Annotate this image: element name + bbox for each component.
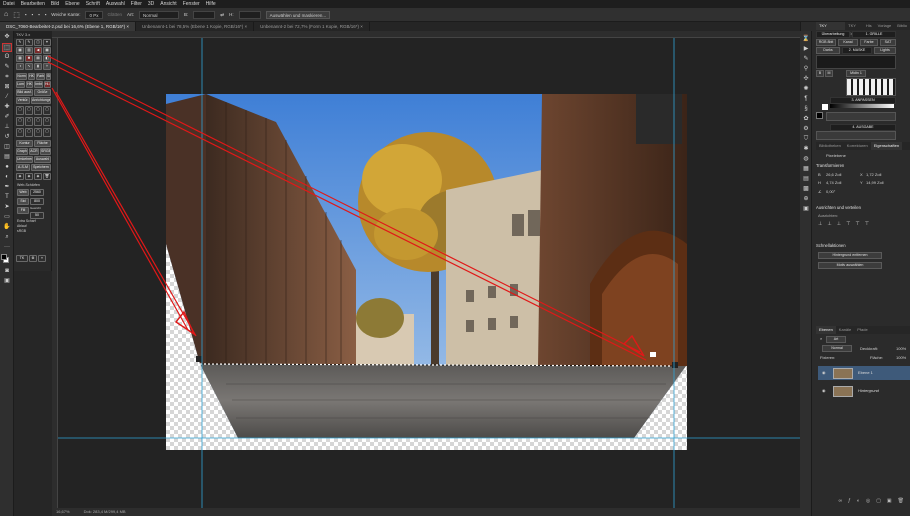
select-subject-button[interactable]: Motiv auswählen bbox=[818, 262, 882, 269]
layers-tabs: Ebenen Kanäle Pfade bbox=[816, 326, 910, 334]
kanal-button[interactable]: Kanal bbox=[838, 39, 858, 46]
navigator-icon[interactable]: ⊕ bbox=[802, 195, 810, 203]
search-icon: ⌕ bbox=[820, 336, 823, 341]
lock-label: Fixieren: bbox=[820, 355, 836, 360]
swirl-icon[interactable]: § bbox=[802, 105, 810, 113]
right-top-tabs: TKY RapidMask TKY Ext His Vorlage Biblio bbox=[816, 22, 910, 36]
width-prefix: B bbox=[818, 172, 821, 177]
shield-icon[interactable]: ⛉ bbox=[802, 135, 810, 143]
tab-channels[interactable]: Kanäle bbox=[836, 326, 854, 334]
output-icons-row[interactable] bbox=[816, 131, 896, 140]
tab-adjustments[interactable]: Korrekturen bbox=[844, 142, 871, 150]
maske-header: 2. MASKE bbox=[842, 47, 872, 54]
grille-header: 1. GRILLE bbox=[852, 31, 896, 38]
gradients-icon[interactable]: ▤ bbox=[802, 175, 810, 183]
tab-his[interactable]: His bbox=[863, 22, 875, 30]
ausgabe-header: 4. AUSGABE bbox=[830, 124, 896, 131]
swatches-icon[interactable]: ▦ bbox=[802, 165, 810, 173]
puzzle-icon[interactable]: ✣ bbox=[802, 75, 810, 83]
tab-tky-rapidmask[interactable]: TKY RapidMask bbox=[816, 22, 846, 36]
glyph-icon[interactable]: ✺ bbox=[802, 85, 810, 93]
brush-settings-icon[interactable]: ✎ bbox=[802, 55, 810, 63]
layers-footer-icons[interactable]: ∞ƒ◐◎▢▣🗑 bbox=[818, 498, 910, 506]
height-prefix: H bbox=[818, 180, 821, 185]
layer-row-background[interactable]: ◉ Hintergrund bbox=[818, 384, 910, 398]
eye-icon[interactable]: ◉ bbox=[822, 366, 826, 380]
m-button[interactable]: M bbox=[825, 70, 833, 77]
opacity-value[interactable]: 100% bbox=[896, 346, 906, 351]
white-swatch[interactable] bbox=[822, 104, 828, 110]
blend-mode-select[interactable]: Normal bbox=[822, 345, 852, 352]
tone-slider[interactable] bbox=[830, 104, 894, 108]
transform-width[interactable]: 26,6 Zoll bbox=[826, 172, 841, 177]
rgb-8bit-button[interactable]: RGB 8bit bbox=[816, 39, 836, 46]
sat-button[interactable]: SAT bbox=[880, 39, 896, 46]
tab-layers[interactable]: Ebenen bbox=[816, 326, 836, 334]
tab-libraries[interactable]: Bibliotheken bbox=[816, 142, 844, 150]
status-bar: 16,67% Dok: 283,4 M/299,4 MB bbox=[52, 508, 800, 516]
quick-actions-label[interactable]: Schnellaktionen bbox=[816, 243, 846, 248]
doc-size: Dok: 283,4 M/299,4 MB bbox=[83, 509, 126, 514]
transform-x[interactable]: 1,72 Zoll bbox=[866, 172, 881, 177]
x-prefix: X bbox=[860, 172, 863, 177]
adjust-icons-row[interactable] bbox=[826, 112, 896, 121]
fill-value[interactable]: 100% bbox=[896, 355, 906, 360]
transform-angle[interactable]: 0,00° bbox=[826, 189, 835, 194]
midtn-button[interactable]: Midtn 1 bbox=[846, 70, 866, 77]
align-icons-row[interactable]: ⊥⊥⊥⊤⊤⊤ bbox=[818, 221, 898, 229]
angle-icon: ∠ bbox=[818, 189, 822, 194]
right-icon-strip: ⌛ ▶ ✎ ⚲ ✣ ✺ ¶ § ✿ ⚙ ⛉ ✱ ◍ ▦ ▤ ▩ ⊕ ▣ bbox=[800, 31, 812, 516]
properties-tabs: Bibliotheken Korrekturen Eigenschaften bbox=[816, 142, 910, 150]
tab-properties[interactable]: Eigenschaften bbox=[870, 142, 903, 150]
transform-y[interactable]: 14,99 Zoll bbox=[866, 180, 884, 185]
mask-curve-preview bbox=[816, 55, 896, 69]
layer-kind-select[interactable]: Art bbox=[826, 336, 846, 343]
gear-icon[interactable]: ⚙ bbox=[802, 125, 810, 133]
tab-tky-ext[interactable]: TKY Ext bbox=[845, 22, 863, 36]
fill-label: Fläche: bbox=[870, 355, 884, 360]
layer-name: Ebene 1 bbox=[858, 370, 873, 375]
zone-buttons[interactable] bbox=[846, 78, 896, 96]
image-icon[interactable]: ▣ bbox=[802, 205, 810, 213]
transform-height[interactable]: 4,74 Zoll bbox=[826, 180, 841, 185]
pixel-layer-label: Pixelebene bbox=[826, 153, 846, 158]
transform-section-label[interactable]: Transformieren bbox=[816, 163, 844, 168]
play-icon[interactable]: ▶ bbox=[802, 45, 810, 53]
styles-icon[interactable]: ✱ bbox=[802, 145, 810, 153]
layer-name: Hintergrund bbox=[858, 388, 879, 393]
align-section-label[interactable]: Ausrichten und verteilen bbox=[816, 205, 861, 210]
patterns-icon[interactable]: ▩ bbox=[802, 185, 810, 193]
guides-and-arrows-icon bbox=[47, 38, 800, 508]
color-icon[interactable]: ◍ bbox=[802, 155, 810, 163]
paragraph-icon[interactable]: ¶ bbox=[802, 95, 810, 103]
history-icon[interactable]: ⌛ bbox=[802, 35, 810, 43]
align-sub-label: Ausrichten: bbox=[818, 213, 839, 218]
black-swatch[interactable] bbox=[816, 112, 823, 119]
anpassen-header: 3. ANPASSEN bbox=[830, 97, 896, 104]
b-button[interactable]: B bbox=[816, 70, 824, 77]
layer-row-ebene-1[interactable]: ◉ Ebene 1 bbox=[818, 366, 910, 380]
farbe-button[interactable]: Farbe bbox=[860, 39, 878, 46]
photoshop-window: Datei Bearbeiten Bild Ebene Schrift Ausw… bbox=[0, 0, 910, 516]
tab-vorlage[interactable]: Vorlage bbox=[875, 22, 895, 30]
tab-biblio[interactable]: Biblio bbox=[894, 22, 910, 30]
clone-source-icon[interactable]: ⚲ bbox=[802, 65, 810, 73]
remove-background-button[interactable]: Hintergrund entfernen bbox=[818, 252, 882, 259]
layer-thumbnail bbox=[833, 368, 853, 379]
opacity-label: Deckkraft: bbox=[860, 346, 879, 351]
eye-icon[interactable]: ◉ bbox=[822, 384, 826, 398]
y-prefix: Y bbox=[860, 180, 863, 185]
darks-button[interactable]: Darks bbox=[816, 47, 840, 54]
tab-paths[interactable]: Pfade bbox=[854, 326, 870, 334]
lights-button[interactable]: Lights bbox=[874, 47, 896, 54]
layer-thumbnail bbox=[833, 386, 853, 397]
workspace-select[interactable]: Überarbeitung bbox=[816, 31, 850, 38]
flower-icon[interactable]: ✿ bbox=[802, 115, 810, 123]
zoom-level[interactable]: 16,67% bbox=[56, 508, 70, 516]
